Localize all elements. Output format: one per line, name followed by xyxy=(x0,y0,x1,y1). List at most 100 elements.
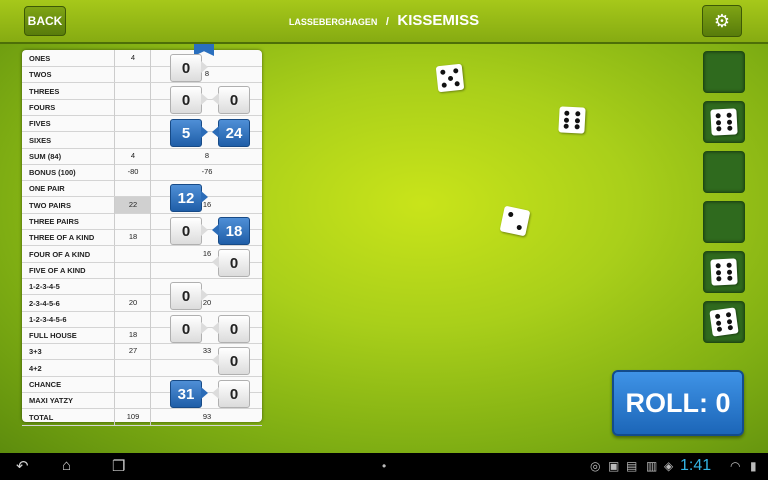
score-row-label: SUM (84) xyxy=(29,151,62,161)
score-row-label: 1-2-3-4-5 xyxy=(29,282,60,292)
score-option-marker[interactable]: 0 xyxy=(170,54,208,82)
score-row-label: ONE PAIR xyxy=(29,184,65,194)
score-row-label: CHANCE xyxy=(29,380,62,389)
held-die-slot[interactable] xyxy=(703,201,745,243)
die-pip xyxy=(575,111,581,117)
score-option-marker[interactable]: 0 xyxy=(212,86,250,114)
score-row-label: FOUR OF A KIND xyxy=(29,249,91,259)
die-pip xyxy=(726,318,733,325)
held-die-slot[interactable] xyxy=(703,251,745,293)
die-pip xyxy=(727,275,733,281)
table-die[interactable] xyxy=(435,63,465,93)
score-row: TWO PAIRS 22 16 xyxy=(22,196,262,214)
die-pip xyxy=(726,112,732,118)
home-icon[interactable]: ⌂ xyxy=(62,457,71,474)
die-pip xyxy=(725,311,732,318)
held-die[interactable] xyxy=(710,258,738,286)
score-row-label: FIVES xyxy=(29,119,51,129)
score-row: 2-3-4-5-6 20 20 xyxy=(22,294,262,312)
held-die-slot[interactable] xyxy=(703,151,745,193)
die-pip xyxy=(440,69,446,75)
score-row-label: TOTAL xyxy=(29,412,54,422)
player-name: LASSEBERGHAGEN xyxy=(288,17,378,27)
held-die[interactable] xyxy=(709,307,739,337)
score-option-marker[interactable]: 18 xyxy=(212,217,250,245)
settings-button[interactable]: ⚙ xyxy=(702,5,742,37)
roll-button[interactable]: ROLL: 0 xyxy=(612,370,744,436)
player-score: 20 xyxy=(114,294,151,311)
score-row: BONUS (100) -80 -76 xyxy=(22,164,263,182)
score-row-label: ONES xyxy=(29,54,51,63)
android-nav-bar: ↶ ⌂ ❐ • ◎ ▣ ▤ ▥ ◈ 1:41 ◠ ▮ xyxy=(0,453,768,480)
opponent-score[interactable]: 93 xyxy=(150,408,263,425)
gears-icon: ⚙ xyxy=(713,10,731,31)
die-pip xyxy=(564,110,570,116)
score-row-label: THREE PAIRS xyxy=(29,217,79,226)
die-pip xyxy=(447,75,453,81)
score-option-marker[interactable]: 0 xyxy=(212,249,250,277)
score-row-label: 1-2-3-4-5-6 xyxy=(29,314,67,324)
score-row-label: THREE OF A KIND xyxy=(29,233,95,243)
score-option-marker[interactable]: 0 xyxy=(212,347,250,375)
player-score xyxy=(114,213,151,229)
player-score xyxy=(114,278,151,295)
die-pip xyxy=(715,119,722,125)
opponent-score[interactable]: 8 xyxy=(150,147,263,164)
player-score xyxy=(114,359,151,376)
player-score: 18 xyxy=(114,229,151,246)
die-pip xyxy=(726,269,733,275)
player-score xyxy=(114,245,151,262)
held-die[interactable] xyxy=(710,108,738,136)
player-score xyxy=(114,180,151,197)
score-row-label: FOURS xyxy=(29,102,56,112)
opponent-score[interactable]: -76 xyxy=(150,164,263,181)
die-pip xyxy=(727,125,733,131)
die-pip xyxy=(563,117,570,123)
die-pip xyxy=(716,126,722,132)
back-icon[interactable]: ↶ xyxy=(16,457,29,475)
die-pip xyxy=(507,211,514,218)
wifi-icon: ◠ xyxy=(730,459,741,473)
held-die-slot[interactable] xyxy=(703,51,745,93)
die-pip xyxy=(726,119,733,125)
score-row-label: 3+3 xyxy=(29,347,42,357)
die-pip xyxy=(574,124,580,130)
sdcard-icon: ▥ xyxy=(646,459,658,473)
score-row-label: BONUS (100) xyxy=(29,168,76,178)
image-icon: ▤ xyxy=(626,459,638,473)
held-die-slot[interactable] xyxy=(703,301,745,343)
score-option-marker[interactable]: 0 xyxy=(170,217,208,245)
player-score xyxy=(114,82,151,99)
die-pip xyxy=(574,117,581,123)
table-die[interactable] xyxy=(499,205,531,237)
player-score: 4 xyxy=(114,50,151,66)
score-option-marker[interactable]: 0 xyxy=(170,315,208,343)
score-option-marker[interactable]: 31 xyxy=(170,380,208,408)
score-option-marker[interactable]: 5 xyxy=(170,119,208,147)
title-separator: / xyxy=(385,16,389,28)
score-option-marker[interactable]: 0 xyxy=(170,86,208,114)
score-row: ONE PAIR xyxy=(22,180,262,198)
player-score xyxy=(114,376,151,392)
die-pip xyxy=(516,224,523,231)
score-option-marker[interactable]: 0 xyxy=(170,282,208,310)
player-score: 4 xyxy=(114,147,151,164)
score-option-marker[interactable]: 0 xyxy=(212,315,250,343)
score-row: ONES 4 xyxy=(22,50,262,67)
recent-apps-icon[interactable]: ❐ xyxy=(112,457,125,475)
score-row: TOTAL 109 93 xyxy=(22,408,263,426)
opponent-name: KISSEMISS xyxy=(397,12,480,29)
score-option-marker[interactable]: 12 xyxy=(170,184,208,212)
score-row: 1-2-3-4-5 xyxy=(22,278,262,296)
gallery-icon: ▣ xyxy=(608,459,620,473)
score-option-marker[interactable]: 24 xyxy=(212,119,250,147)
clock: 1:41 xyxy=(680,457,712,474)
score-row-label: FIVE OF A KIND xyxy=(29,265,86,275)
held-die-slot[interactable] xyxy=(703,101,745,143)
table-die[interactable] xyxy=(558,106,586,134)
player-score: 109 xyxy=(114,408,151,425)
player-score xyxy=(114,310,151,327)
score-row: SUM (84) 4 8 xyxy=(22,147,263,165)
sync-icon: ◎ xyxy=(590,459,601,473)
score-option-marker[interactable]: 0 xyxy=(212,380,250,408)
